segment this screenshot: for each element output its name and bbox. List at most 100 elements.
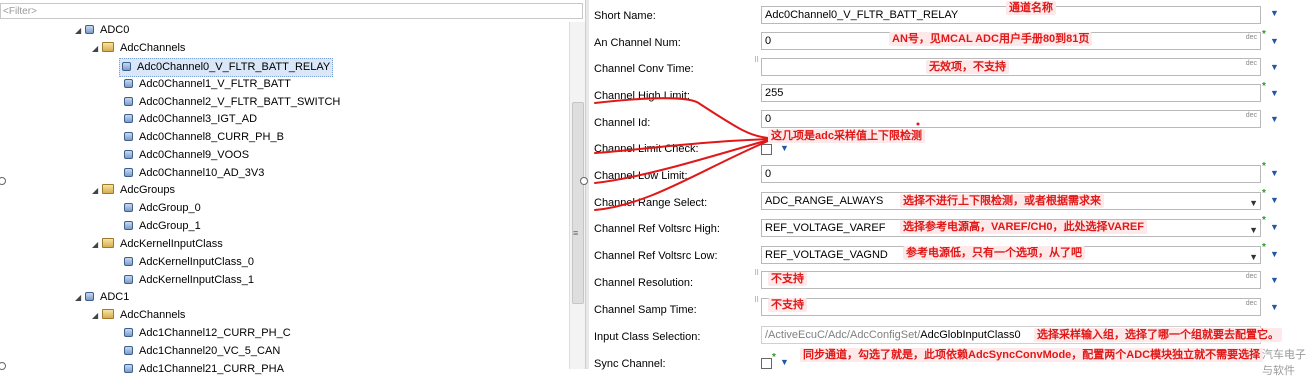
channel-icon <box>124 79 133 88</box>
limit-check-checkbox[interactable] <box>761 144 772 155</box>
sync-channel-checkbox[interactable] <box>761 358 772 369</box>
tree-node-channel[interactable]: Adc0Channel3_IGT_AD <box>124 111 257 128</box>
label-ref-low: Channel Ref Voltsrc Low: <box>594 250 718 262</box>
label-low-limit: Channel Low Limit: <box>594 170 688 182</box>
tree-node-channel[interactable]: Adc1Channel12_CURR_PH_C <box>124 325 291 342</box>
module-icon <box>85 25 94 34</box>
folder-icon <box>102 238 114 248</box>
tree-node-group[interactable]: AdcGroup_1 <box>124 218 201 235</box>
expand-arrow-icon[interactable]: ◢ <box>92 307 102 324</box>
tree-node-selected[interactable]: Adc0Channel0_V_FLTR_BATT_RELAY <box>119 58 334 77</box>
label-an-channel-num: An Channel Num: <box>594 37 681 49</box>
tree-node-channel[interactable]: Adc1Channel21_CURR_PHA <box>124 361 284 378</box>
required-star-icon: * <box>1262 242 1266 253</box>
tree-node-channel[interactable]: Adc0Channel10_AD_3V3 <box>124 165 264 182</box>
property-editor: Short Name: Adc0Channel0_V_FLTR_BATT_REL… <box>588 0 1314 370</box>
samp-time-field[interactable]: dec <box>761 298 1261 316</box>
resolution-field[interactable]: dec <box>761 271 1261 289</box>
label-sync-channel: Sync Channel: <box>594 358 666 370</box>
annotation-ref-low: 参考电源低，只有一个选项，从了吧 <box>903 246 1085 260</box>
annotation-samp-time: 不支持 <box>768 298 807 312</box>
tree-node-adc1[interactable]: ◢ ADC1 <box>75 289 129 306</box>
tree-node-channel[interactable]: Adc1Channel20_VC_5_CAN <box>124 343 280 360</box>
dropdown-arrow-icon[interactable]: ▼ <box>1270 275 1279 285</box>
channel-icon <box>122 62 131 71</box>
label-limit-check: Channel Limit Check: <box>594 143 699 155</box>
low-limit-field[interactable]: 0 <box>761 165 1261 183</box>
dropdown-arrow-icon[interactable]: ▼ <box>1270 222 1279 232</box>
watermark: 汽车电子与软件 <box>1262 349 1306 377</box>
tree-node-channel[interactable]: Adc0Channel2_V_FLTR_BATT_SWITCH <box>124 94 340 111</box>
annotation-range-select: 选择不进行上下限检测，或者根据需求来 <box>900 194 1104 208</box>
channel-id-field[interactable]: 0 dec <box>761 110 1261 128</box>
high-limit-field[interactable]: 255 <box>761 84 1261 102</box>
label-input-class: Input Class Selection: <box>594 331 701 343</box>
tree-node-adc0[interactable]: ◢ ADC0 <box>75 22 129 39</box>
channel-icon <box>124 97 133 106</box>
label-range-select: Channel Range Select: <box>594 197 708 209</box>
dropdown-arrow-icon[interactable]: ▼ <box>1270 249 1279 259</box>
combo-arrow-icon[interactable]: ▼ <box>1249 195 1258 209</box>
tree-scrollbar[interactable] <box>569 22 585 369</box>
channel-icon <box>124 132 133 141</box>
annotation-sync: 同步通道，勾选了就是，此项依赖AdcSyncConvMode，配置两个ADC模块… <box>800 348 1264 362</box>
required-star-icon: * <box>1262 29 1266 40</box>
expand-arrow-icon[interactable]: ◢ <box>75 289 85 306</box>
tree-node-adcchannels[interactable]: ◢ AdcChannels <box>92 40 185 57</box>
expand-arrow-icon[interactable]: ◢ <box>92 236 102 253</box>
class-icon <box>124 257 133 266</box>
dropdown-arrow-icon[interactable]: ▼ <box>1270 88 1279 98</box>
tree-node-kernelinputclass[interactable]: ◢ AdcKernelInputClass <box>92 236 223 253</box>
sash-grip-icon[interactable]: ≡ <box>573 228 578 238</box>
channel-icon <box>124 114 133 123</box>
dropdown-arrow-icon[interactable]: ▼ <box>1270 62 1279 72</box>
dropdown-arrow-icon[interactable]: ▼ <box>1270 36 1279 46</box>
tree-node-channel[interactable]: Adc0Channel8_CURR_PH_B <box>124 129 284 146</box>
annotation-input-class: 选择采样输入组，选择了哪一个组就要去配置它。 <box>1034 328 1282 342</box>
annotation-an-num: AN号，见MCAL ADC用户手册80到81页 <box>889 32 1093 46</box>
tree-node-channel[interactable]: Adc0Channel9_VOOS <box>124 147 249 164</box>
label-channel-id: Channel Id: <box>594 117 651 129</box>
expand-arrow-icon[interactable]: ◢ <box>75 22 85 39</box>
combo-arrow-icon[interactable]: ▼ <box>1249 222 1258 236</box>
label-conv-time: Channel Conv Time: <box>594 63 694 75</box>
dropdown-arrow-icon[interactable]: ▼ <box>1270 114 1279 124</box>
required-star-icon: * <box>772 352 776 363</box>
tree-node-channel[interactable]: Adc0Channel1_V_FLTR_BATT <box>124 76 291 93</box>
annotation-short-name: 通道名称 <box>1006 1 1056 15</box>
label-short-name: Short Name: <box>594 10 656 22</box>
expand-arrow-icon[interactable]: ◢ <box>92 182 102 199</box>
tree-node-class[interactable]: AdcKernelInputClass_1 <box>124 272 254 289</box>
tree-node-class[interactable]: AdcKernelInputClass_0 <box>124 254 254 271</box>
expand-arrow-icon[interactable]: ◢ <box>92 40 102 57</box>
dropdown-arrow-icon[interactable]: ▼ <box>1270 302 1279 312</box>
dropdown-arrow-icon[interactable]: ▼ <box>1270 195 1279 205</box>
tree-panel: <Filter> ◢ ADC0 ◢ AdcChannels Adc0Channel0… <box>0 0 585 375</box>
channel-icon <box>124 328 133 337</box>
filter-input[interactable]: <Filter> <box>0 3 583 19</box>
config-tree: ◢ ADC0 ◢ AdcChannels Adc0Channel0_V_FLTR_B… <box>0 22 568 375</box>
dropdown-arrow-icon[interactable]: ▼ <box>1270 168 1279 178</box>
sash-handle-icon[interactable] <box>580 177 588 185</box>
dropdown-arrow-icon[interactable]: ▼ <box>780 143 789 153</box>
channel-icon <box>124 150 133 159</box>
scrollbar-thumb[interactable] <box>572 102 584 304</box>
tree-node-adcgroups[interactable]: ◢ AdcGroups <box>92 182 175 199</box>
tree-node-group[interactable]: AdcGroup_0 <box>124 200 201 217</box>
label-ref-high: Channel Ref Voltsrc High: <box>594 223 720 235</box>
label-resolution: Channel Resolution: <box>594 277 694 289</box>
conv-time-field[interactable]: dec <box>761 58 1261 76</box>
required-star-icon: * <box>1262 161 1266 172</box>
tree-node-adcchannels[interactable]: ◢ AdcChannels <box>92 307 185 324</box>
label-high-limit: Channel High Limit: <box>594 90 690 102</box>
folder-icon <box>102 184 114 194</box>
dropdown-arrow-icon[interactable]: ▼ <box>780 357 789 367</box>
label-samp-time: Channel Samp Time: <box>594 304 697 316</box>
annotation-resolution: 不支持 <box>768 272 807 286</box>
config-marker-icon: ⠿ <box>754 270 760 277</box>
combo-arrow-icon[interactable]: ▼ <box>1249 249 1258 263</box>
group-icon <box>124 203 133 212</box>
group-icon <box>124 221 133 230</box>
config-marker-icon: ⠿ <box>754 297 760 304</box>
dropdown-arrow-icon[interactable]: ▼ <box>1270 8 1279 18</box>
